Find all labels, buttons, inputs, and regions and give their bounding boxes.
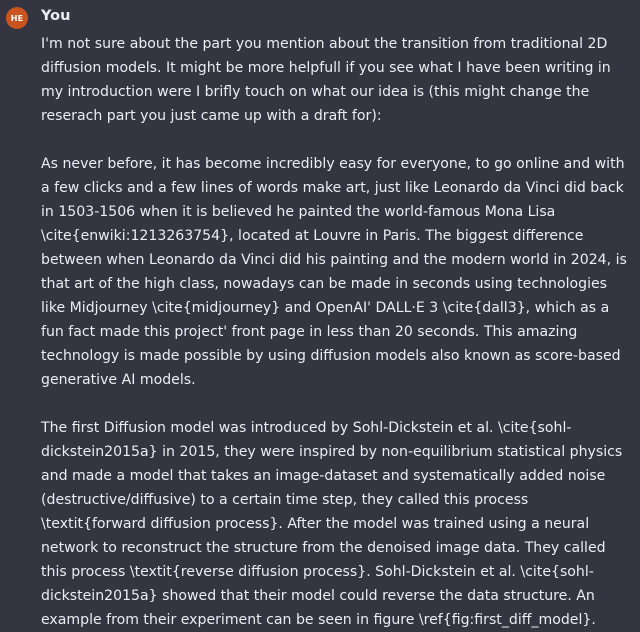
avatar-initials: HE [10,13,24,23]
message-body: I'm not sure about the part you mention … [41,32,633,632]
message-paragraph: The first Diffusion model was introduced… [41,420,623,628]
user-message: HE You I'm not sure about the part you m… [0,0,640,632]
user-avatar: HE [6,7,28,29]
message-paragraph: I'm not sure about the part you mention … [41,36,611,124]
message-paragraph: As never before, it has become incredibl… [41,156,627,388]
message-author: You [41,8,71,24]
